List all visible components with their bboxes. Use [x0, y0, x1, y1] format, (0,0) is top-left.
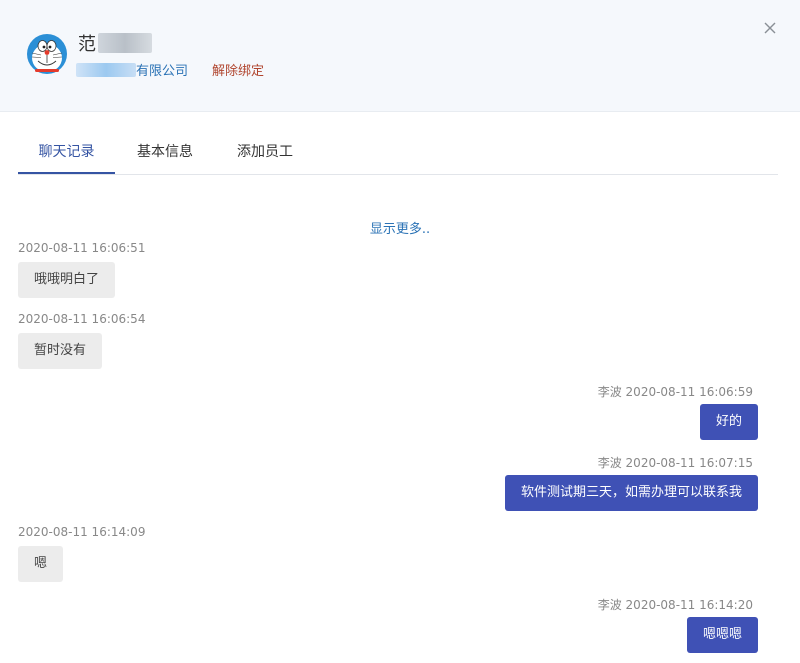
redacted-name-blur	[98, 33, 152, 53]
message-timestamp: 李波 2020-08-11 16:07:15	[597, 456, 753, 470]
tab-bar: 聊天记录 基本信息 添加员工	[18, 131, 778, 175]
message-bubble-incoming: 暂时没有	[18, 333, 103, 369]
message-timestamp: 李波 2020-08-11 16:06:59	[597, 385, 753, 399]
close-icon[interactable]	[760, 18, 780, 38]
message-timestamp: 2020-08-11 16:14:09	[18, 525, 146, 539]
contact-name-row: 范	[78, 30, 152, 56]
message-timestamp: 2020-08-11 16:06:54	[18, 312, 146, 326]
message-bubble-incoming: 哦哦明白了	[18, 262, 116, 298]
chat-panel: 范 有限公司 解除绑定 聊天记录 基本信息 添加员工 显示更多.. 2020-0…	[0, 0, 800, 663]
message-timestamp: 李波 2020-08-11 16:14:20	[597, 598, 753, 612]
show-more-link[interactable]: 显示更多..	[0, 218, 800, 237]
tab-chat-history[interactable]: 聊天记录	[18, 131, 115, 174]
company-name: 有限公司	[136, 64, 189, 79]
message-timestamp: 2020-08-11 16:06:51	[18, 241, 146, 255]
message-bubble-outgoing: 软件测试期三天，如需办理可以联系我	[504, 475, 758, 511]
tab-basic-info[interactable]: 基本信息	[115, 131, 215, 173]
message-bubble-outgoing: 嗯嗯嗯	[686, 617, 758, 653]
doraemon-avatar-icon	[27, 34, 67, 74]
tab-add-employee[interactable]: 添加员工	[215, 131, 315, 173]
contact-header: 范 有限公司 解除绑定	[0, 0, 800, 112]
redacted-company-blur	[76, 62, 136, 77]
contact-name: 范	[78, 34, 96, 55]
company-row: 有限公司 解除绑定	[76, 60, 264, 79]
message-bubble-outgoing: 好的	[699, 404, 758, 440]
message-bubble-incoming: 嗯	[18, 546, 64, 582]
unbind-link[interactable]: 解除绑定	[212, 60, 264, 79]
